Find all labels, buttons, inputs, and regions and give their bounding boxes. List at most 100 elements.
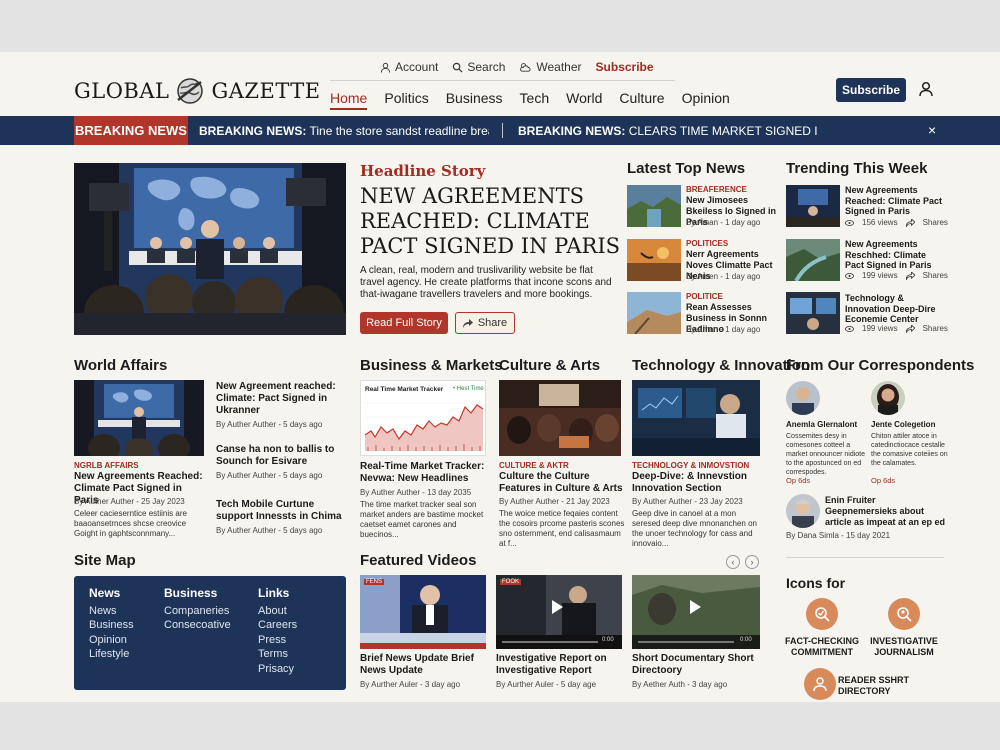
avatar[interactable] xyxy=(786,494,820,528)
share-arrow-icon xyxy=(462,318,473,328)
share-arrow-icon[interactable] xyxy=(905,271,915,280)
nav-opinion[interactable]: Opinion xyxy=(682,90,730,110)
subscribe-button[interactable]: Subscribe xyxy=(836,78,906,102)
trending-item-title[interactable]: Technology & Innovation Deep-Dire Econem… xyxy=(845,293,947,325)
correspondent-name[interactable]: Jente Colegetion xyxy=(871,419,935,431)
business-markets-heading: Business & Markets xyxy=(360,357,503,374)
sitemap-link[interactable]: News xyxy=(89,604,134,619)
sitemap-col-heading: Business xyxy=(164,586,218,600)
video-title[interactable]: Short Documentary Short Directoory xyxy=(632,653,760,677)
latest-top-news-heading: Latest Top News xyxy=(627,160,746,177)
world-main-excerpt: Celeer cacieserntice estiinis are baaoan… xyxy=(74,509,187,538)
share-arrow-icon[interactable] xyxy=(905,324,915,333)
read-full-story-button[interactable]: Read Full Story xyxy=(360,312,448,334)
correspondent-name[interactable]: Anemla Glernalont xyxy=(786,419,857,431)
correspondent-link[interactable]: Op 6ds xyxy=(871,476,895,485)
correspondent-link[interactable]: Op 6ds xyxy=(786,476,810,485)
sitemap-link[interactable]: Prisacy xyxy=(258,662,297,677)
ticker-item[interactable]: BREAKING NEWS: Tine the store sandst rea… xyxy=(199,124,489,138)
trending-item-title[interactable]: New Agreements Reached: Climate Pact Sig… xyxy=(845,185,945,217)
icon-label: INVESTIGATIVE JOURNALISM xyxy=(870,636,938,657)
world-side-title[interactable]: Tech Mobile Curtune support Innessts in … xyxy=(216,499,348,523)
sitemap-link[interactable]: Opinion xyxy=(89,633,134,648)
video-title[interactable]: Brief News Update Brief News Update xyxy=(360,653,486,677)
eye-icon xyxy=(845,272,854,279)
video-player[interactable]: FOOK 0:00 xyxy=(496,575,622,649)
person-icon xyxy=(380,62,391,73)
play-icon[interactable] xyxy=(552,600,563,614)
sitemap-col-business: Business Companeries Consecoative xyxy=(164,586,231,633)
tech-title[interactable]: Deep-Dive: & Innevstion Innovation Secti… xyxy=(632,471,760,495)
sitemap-link[interactable]: Lifestyle xyxy=(89,647,134,662)
video-player[interactable]: 0:00 xyxy=(632,575,760,649)
tech-meta: By Auther Auther - 23 Jay 2023 xyxy=(632,497,743,506)
world-side-title[interactable]: New Agreement reached: Climate: Pact Sig… xyxy=(216,381,342,417)
video-title[interactable]: Investigative Report on Investigative Re… xyxy=(496,653,622,677)
site-logo[interactable]: GLOBAL GAZETTE xyxy=(74,76,321,106)
user-icon[interactable] xyxy=(918,81,934,97)
play-icon[interactable] xyxy=(690,600,701,614)
latest-item-image[interactable] xyxy=(627,292,681,334)
video-player[interactable]: FENS xyxy=(360,575,486,649)
sitemap-link[interactable]: Press xyxy=(258,633,297,648)
divider xyxy=(502,123,503,138)
account-link[interactable]: Account xyxy=(380,60,438,74)
culture-title[interactable]: Culture the Culture Features in Culture … xyxy=(499,471,624,495)
carousel-prev-button[interactable]: ‹ xyxy=(726,555,740,569)
sitemap-link[interactable]: Consecoative xyxy=(164,618,231,633)
headline-title[interactable]: NEW AGREEMENTS REACHED: CLIMATE PACT SIG… xyxy=(360,184,626,259)
world-side-title[interactable]: Canse ha non to ballis to Sounch for Esi… xyxy=(216,444,342,468)
sitemap-link[interactable]: Terms xyxy=(258,647,297,662)
sitemap-link[interactable]: Careers xyxy=(258,618,297,633)
headline-kicker: Headline Story xyxy=(360,162,486,180)
tech-image[interactable] xyxy=(632,380,760,456)
nav-home[interactable]: Home xyxy=(330,90,368,110)
site-map-heading: Site Map xyxy=(74,552,136,569)
latest-item-image[interactable] xyxy=(627,239,681,281)
trending-item-title[interactable]: New Agreements Reschhed: Climate Pact Si… xyxy=(845,239,947,271)
technology-innovation-heading: Technology & Innovation xyxy=(632,357,811,374)
video-badge: FENS xyxy=(364,579,385,585)
nav-world[interactable]: World xyxy=(566,90,602,110)
sitemap-link[interactable]: Business xyxy=(89,618,134,633)
subscribe-link[interactable]: Subscribe xyxy=(596,60,654,74)
world-main-meta: By Auther Auther - 25 Jay 2023 xyxy=(74,497,185,506)
nav-tech[interactable]: Tech xyxy=(520,90,550,110)
world-side-meta: By Auther Auther - 5 days ago xyxy=(216,526,323,535)
world-main-image[interactable] xyxy=(74,380,204,456)
trending-item-image[interactable] xyxy=(786,239,840,281)
culture-kicker: CULTURE & AKTR xyxy=(499,461,569,470)
featured-correspondent-title[interactable]: Enin Fruiter Geepnemersieks about articl… xyxy=(825,495,947,528)
trending-item-image[interactable] xyxy=(786,185,840,227)
nav-culture[interactable]: Culture xyxy=(619,90,664,110)
trending-item-image[interactable] xyxy=(786,292,840,334)
search-link[interactable]: Search xyxy=(452,60,505,74)
business-title[interactable]: Real-Time Market Tracker: Nevwa: New Hea… xyxy=(360,461,490,485)
avatar[interactable] xyxy=(871,381,905,415)
fact-check-icon xyxy=(806,598,838,630)
avatar[interactable] xyxy=(786,381,820,415)
nav-business[interactable]: Business xyxy=(446,90,503,110)
breaking-news-ticker: BREAKING NEWS BREAKING NEWS: Tine the st… xyxy=(0,116,1000,145)
ticker-item[interactable]: BREAKING NEWS: CLEARS TIME MARKET SIGNED… xyxy=(518,124,818,138)
featured-correspondent-meta: By Dana Simla - 15 day 2021 xyxy=(786,531,891,540)
share-button[interactable]: Share xyxy=(455,312,515,334)
headline-image[interactable] xyxy=(74,163,346,335)
market-tracker-chart[interactable]: Real Time Market Tracker • Hest Time xyxy=(360,380,486,456)
latest-item-kicker: BREAFERENCE xyxy=(686,185,747,194)
culture-image[interactable] xyxy=(499,380,621,456)
globe-icon xyxy=(177,78,204,104)
carousel-next-button[interactable]: › xyxy=(745,555,759,569)
culture-arts-heading: Culture & Arts xyxy=(499,357,601,374)
share-arrow-icon[interactable] xyxy=(905,218,915,227)
nav-politics[interactable]: Politics xyxy=(384,90,428,110)
weather-link[interactable]: Weather xyxy=(519,60,582,74)
sitemap-col-news: News News Business Opinion Lifestyle xyxy=(89,586,134,662)
video-time: 0:00 xyxy=(602,637,614,643)
sitemap-link[interactable]: About xyxy=(258,604,297,619)
logo-word-right: GAZETTE xyxy=(211,79,321,103)
logo-word-left: GLOBAL xyxy=(74,79,170,103)
sitemap-link[interactable]: Companeries xyxy=(164,604,231,619)
close-icon[interactable]: × xyxy=(928,122,936,138)
latest-item-image[interactable] xyxy=(627,185,681,227)
